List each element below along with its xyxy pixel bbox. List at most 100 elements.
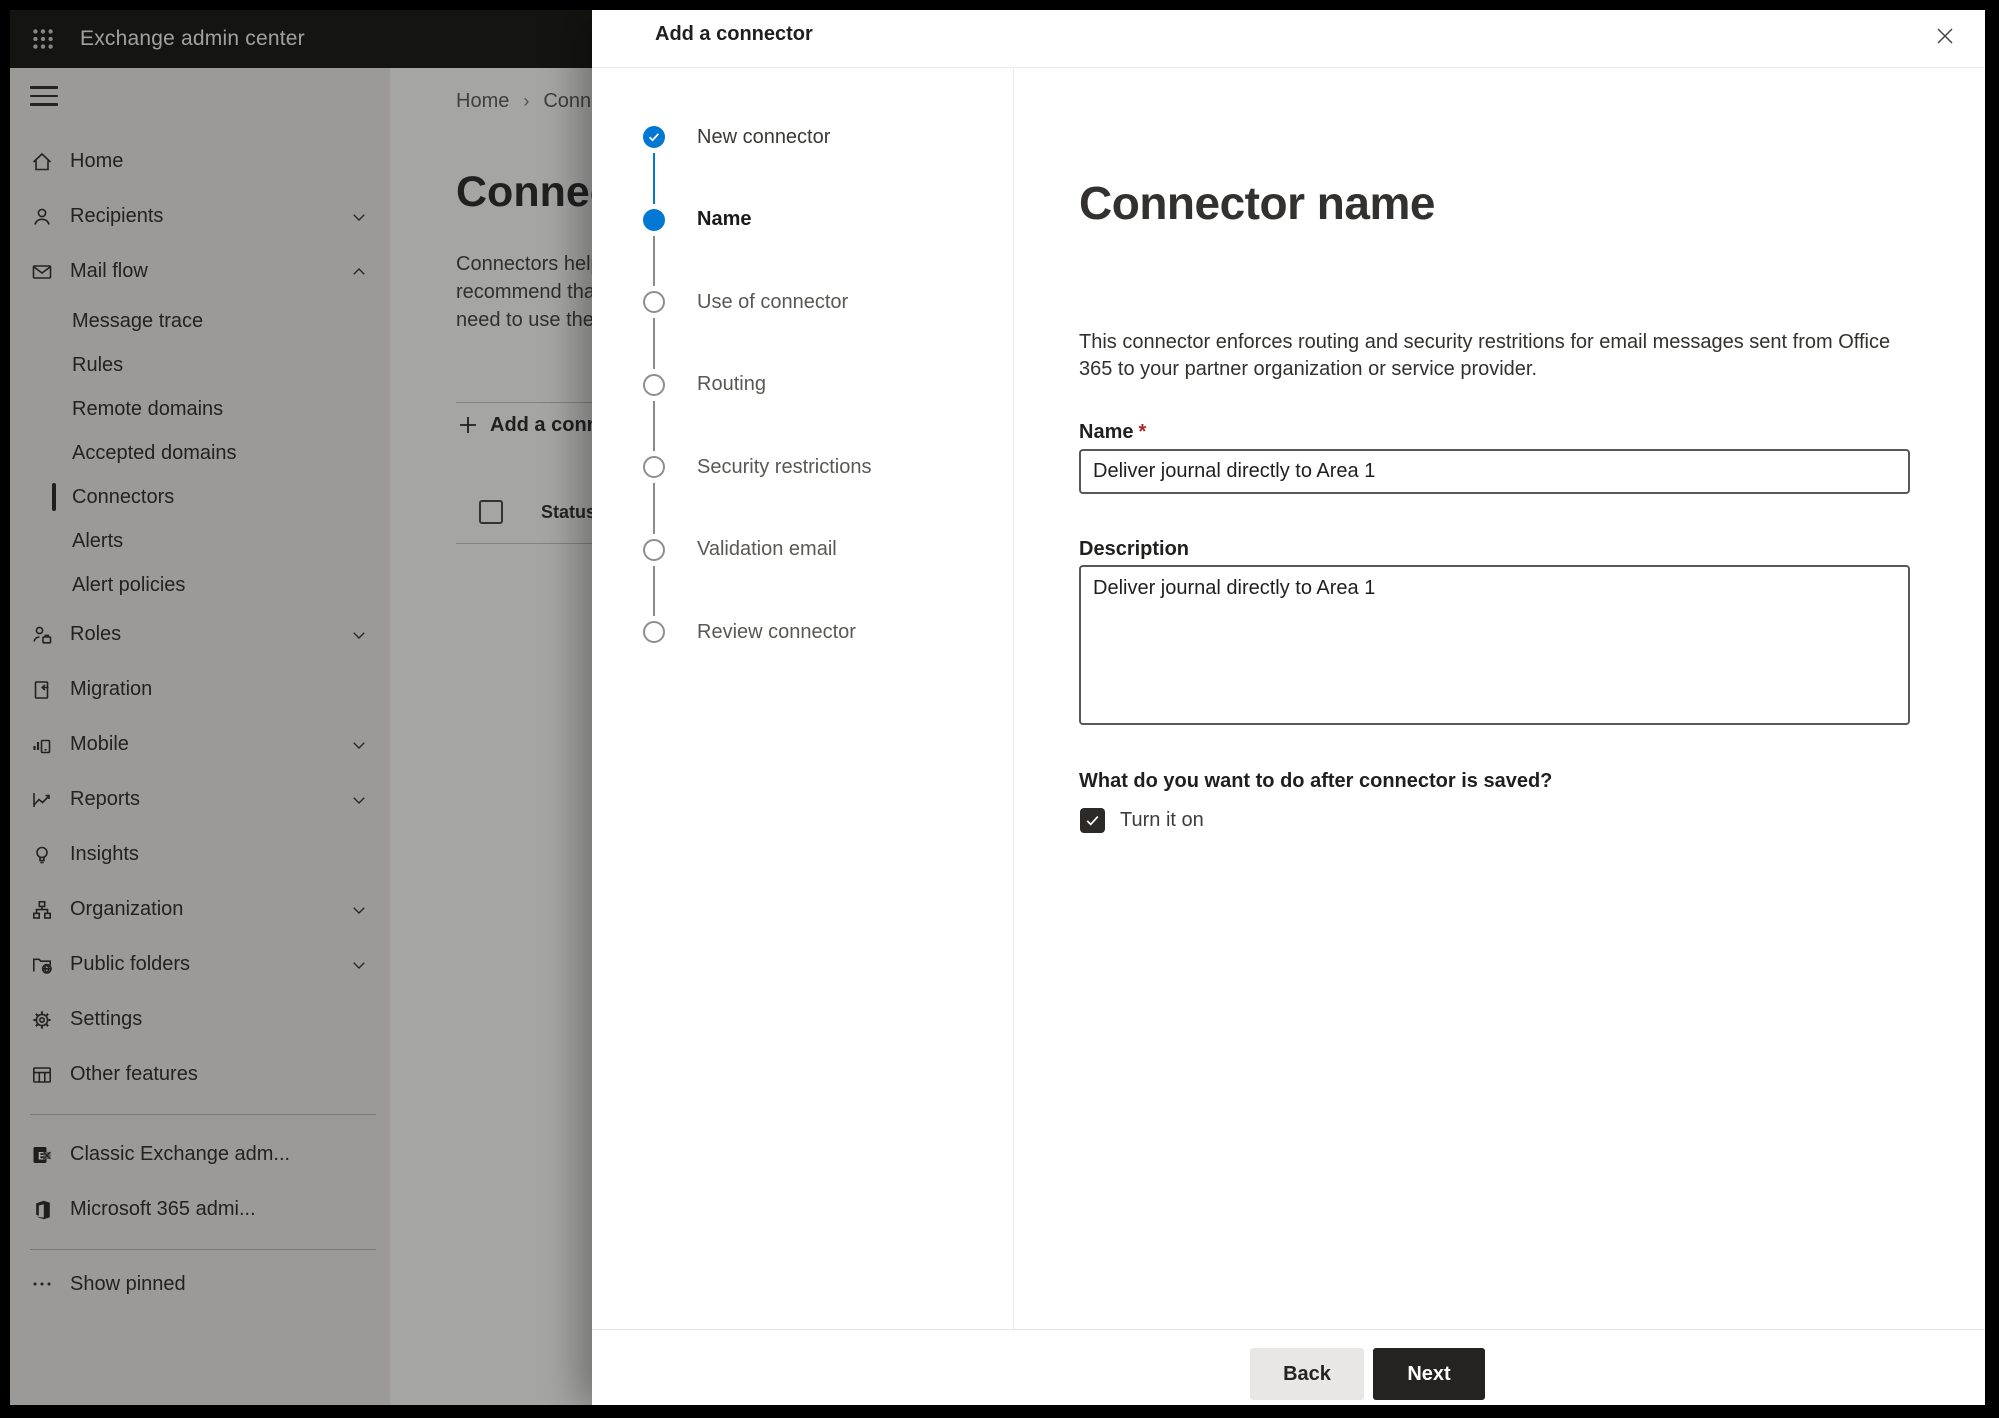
sidebar-item-label: Other features [70, 1063, 198, 1085]
wizard-step-review-connector[interactable]: Review connector [592, 615, 1013, 649]
sidebar-divider [10, 1237, 390, 1262]
sidebar-item-reports[interactable]: Reports [10, 772, 390, 827]
status-column-header[interactable]: Status [541, 502, 596, 523]
public-folders-icon [30, 953, 54, 977]
person-icon [30, 205, 54, 229]
modal-title: Add a connector [655, 23, 813, 45]
stepper-divider [1013, 67, 1014, 1329]
step-label: Validation email [697, 538, 837, 560]
settings-icon [30, 1008, 54, 1032]
insights-icon [30, 843, 54, 867]
breadcrumb-home-link[interactable]: Home [456, 90, 509, 113]
step-circle-icon [643, 373, 665, 396]
turn-it-on-checkbox-row[interactable]: Turn it on [1079, 808, 1204, 833]
step-page-title: Connector name [1079, 177, 1435, 229]
sidebar-item-mobile[interactable]: Mobile [10, 717, 390, 772]
connector-description-textarea[interactable]: Deliver journal directly to Area 1 [1079, 565, 1910, 725]
exchange-logo-icon: E [30, 1143, 54, 1167]
step-label: Name [697, 208, 752, 230]
wizard-step-routing[interactable]: Routing [592, 368, 1013, 402]
step-circle-icon [643, 538, 665, 561]
sidebar-item-message-trace[interactable]: Message trace [10, 299, 390, 343]
name-field-label: Name * [1079, 421, 1147, 443]
back-button[interactable]: Back [1250, 1348, 1364, 1400]
modal-header: Add a connector [592, 10, 1985, 68]
reports-icon [30, 788, 54, 812]
page-intro-text: Connectors help recommend that need to use… [456, 250, 602, 334]
sidebar-item-label: Rules [72, 353, 124, 376]
wizard-step-new-connector[interactable]: New connector [592, 120, 1013, 154]
sidebar-item-alert-policies[interactable]: Alert policies [10, 563, 390, 607]
sidebar-item-label: Alerts [72, 529, 124, 552]
wizard-step-name[interactable]: Name [592, 203, 1013, 237]
sidebar-item-alerts[interactable]: Alerts [10, 519, 390, 563]
sidebar-item-label: Reports [70, 788, 141, 810]
sidebar-item-settings[interactable]: Settings [10, 992, 390, 1047]
other-features-icon [30, 1063, 54, 1087]
chevron-down-icon [350, 208, 368, 226]
sidebar-item-public-folders[interactable]: Public folders [10, 937, 390, 992]
wizard-step-validation-email[interactable]: Validation email [592, 533, 1013, 567]
close-icon[interactable] [1927, 18, 1963, 54]
sidebar-item-label: Migration [70, 678, 153, 700]
sidebar-item-home[interactable]: Home [10, 134, 390, 189]
step-label: New connector [697, 125, 831, 148]
step-label: Use of connector [697, 290, 849, 313]
add-connector-modal: Add a connector New connector Name Use of … [592, 10, 1985, 1405]
step-label: Review connector [697, 620, 856, 643]
sidebar-item-accepted-domains[interactable]: Accepted domains [10, 431, 390, 475]
sidebar-item-remote-domains[interactable]: Remote domains [10, 387, 390, 431]
sidebar-item-rules[interactable]: Rules [10, 343, 390, 387]
breadcrumb-separator-icon: › [523, 91, 530, 111]
chevron-down-icon [350, 901, 368, 919]
sidebar-item-mail-flow[interactable]: Mail flow [10, 244, 390, 299]
microsoft365-logo-icon [30, 1198, 54, 1222]
page-intro-line: need to use ther [456, 309, 601, 331]
select-all-checkbox[interactable] [479, 500, 503, 524]
roles-icon [30, 623, 54, 647]
next-button[interactable]: Next [1373, 1348, 1485, 1400]
sidebar-item-connectors[interactable]: Connectors [10, 475, 390, 519]
breadcrumb: Home › Conne [456, 90, 602, 113]
step-circle-icon [643, 621, 665, 643]
sidebar-item-label: Roles [70, 623, 122, 645]
sidebar-item-label: Insights [70, 843, 139, 865]
sidebar-nav: Home Recipients Mail flow Message trace Rule… [10, 68, 390, 1405]
sidebar-item-label: Connectors [72, 485, 175, 508]
ellipsis-icon [30, 1272, 54, 1296]
sidebar-item-show-pinned[interactable]: Show pinned [10, 1262, 390, 1306]
sidebar-item-label: Show pinned [70, 1272, 186, 1295]
mail-icon [30, 260, 54, 284]
sidebar-item-roles[interactable]: Roles [10, 607, 390, 662]
organization-icon [30, 898, 54, 922]
sidebar-item-label: Mobile [70, 733, 129, 755]
connectors-table-header: Status [456, 500, 596, 524]
sidebar-item-recipients[interactable]: Recipients [10, 189, 390, 244]
sidebar-item-label: Organization [70, 898, 184, 920]
sidebar-item-label: Home [70, 150, 124, 172]
modal-footer: Back Next [592, 1329, 1985, 1405]
connector-name-input[interactable] [1079, 449, 1910, 494]
step-label: Routing [697, 373, 766, 395]
app-launcher-icon[interactable] [26, 22, 60, 56]
sidebar-item-organization[interactable]: Organization [10, 882, 390, 937]
wizard-step-security-restrictions[interactable]: Security restrictions [592, 450, 1013, 484]
sidebar-item-insights[interactable]: Insights [10, 827, 390, 882]
add-connector-button[interactable]: Add a conn [456, 413, 599, 437]
sidebar-item-label: Recipients [70, 205, 164, 227]
sidebar-item-other-features[interactable]: Other features [10, 1047, 390, 1102]
sidebar-item-migration[interactable]: Migration [10, 662, 390, 717]
step-connector-line [653, 235, 655, 286]
sidebar-item-classic-exchange-adm[interactable]: E Classic Exchange adm... [10, 1127, 390, 1182]
wizard-step-use-of-connector[interactable]: Use of connector [592, 285, 1013, 319]
sidebar-item-label: Message trace [72, 309, 204, 332]
home-icon [30, 150, 54, 174]
step-check-icon [643, 126, 665, 148]
sidebar-item-microsoft-365-admi[interactable]: Microsoft 365 admi... [10, 1182, 390, 1237]
sidebar-divider [10, 1102, 390, 1127]
chevron-down-icon [350, 626, 368, 644]
sidebar-item-label: Public folders [70, 953, 191, 975]
hamburger-menu-icon[interactable] [30, 86, 58, 108]
step-connector-line [653, 153, 655, 204]
step-connector-line [653, 565, 655, 616]
